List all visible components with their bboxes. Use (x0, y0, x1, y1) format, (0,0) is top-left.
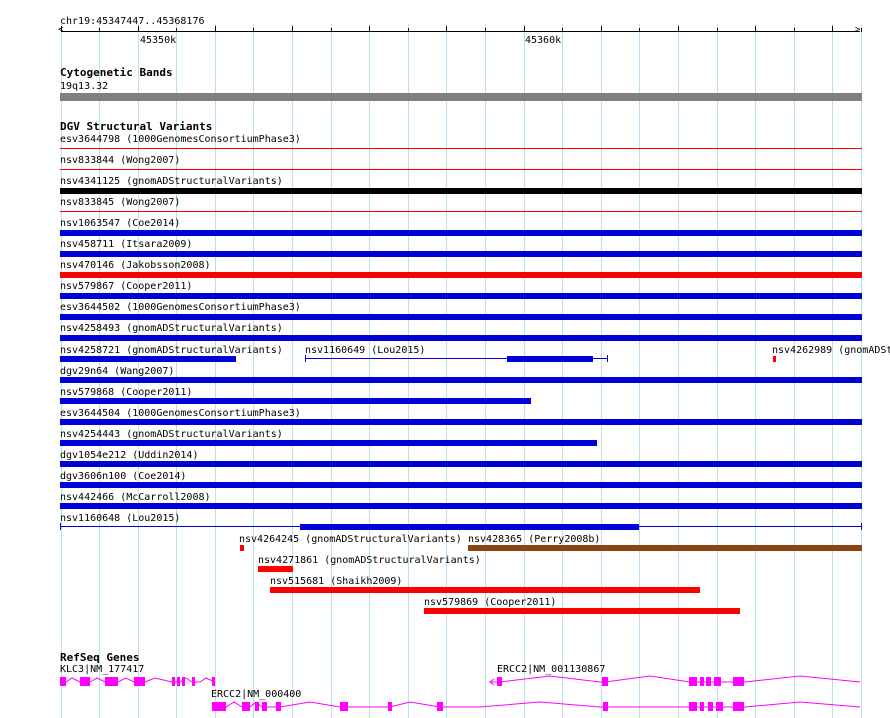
genome-browser-view: { "locus": "chr19:45347447..45368176", "… (0, 0, 890, 718)
gene-exon (80, 677, 90, 686)
gene-exon (388, 702, 392, 711)
gene-exon (700, 677, 704, 686)
gene-exon (212, 677, 215, 686)
gene-intron (212, 701, 861, 708)
gene-exon (700, 702, 704, 711)
gene-exon (706, 677, 711, 686)
gene-exon (602, 677, 608, 686)
gene-model-ercc2-nm000400[interactable] (212, 701, 861, 711)
gene-model-klc3[interactable] (60, 677, 216, 686)
gene-exon (497, 677, 502, 686)
gene-exon (714, 677, 721, 686)
tracks-area: Cytogenetic Bands 19q13.32 DGV Structura… (0, 0, 890, 718)
gene-exon (242, 702, 250, 711)
gene-intron (490, 675, 861, 683)
gene-exon (603, 702, 608, 711)
gene-exon (689, 677, 697, 686)
gene-exon (262, 702, 267, 711)
gene-exon (255, 702, 259, 711)
gene-exon (276, 702, 281, 711)
gene-exon (182, 677, 185, 686)
gene-exon (212, 702, 226, 711)
gene-exon (733, 677, 744, 686)
gene-exon (340, 702, 348, 711)
gene-exon (733, 702, 744, 711)
gene-exon (177, 677, 180, 686)
gene-exon (60, 677, 66, 686)
gene-exon (437, 702, 443, 711)
gene-exon (105, 677, 118, 686)
gene-exon (716, 702, 723, 711)
gene-models (60, 675, 861, 711)
gene-exon (134, 677, 145, 686)
gene-exon (708, 702, 713, 711)
gene-model-ercc2-nm001130867[interactable] (489, 675, 861, 686)
gene-exon (689, 702, 697, 711)
gene-exon (192, 677, 195, 686)
gene-exon (172, 677, 175, 686)
